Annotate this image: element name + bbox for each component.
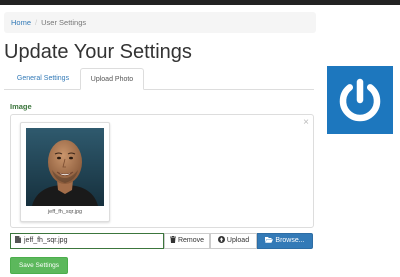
remove-button-label: Remove — [177, 237, 205, 244]
folder-open-icon — [265, 237, 274, 243]
remove-button[interactable]: Remove — [164, 233, 210, 249]
power-logo — [327, 66, 393, 134]
image-thumbnail: jeff_fh_sqr.jpg — [20, 122, 110, 222]
thumbnail-caption: jeff_fh_sqr.jpg — [47, 209, 83, 215]
upload-button[interactable]: Upload — [210, 233, 257, 249]
filename-field[interactable]: jeff_fh_sqr.jpg — [10, 233, 164, 249]
breadcrumb-home-link[interactable]: Home — [11, 18, 31, 27]
image-label: Image — [10, 102, 32, 111]
tab-general-settings[interactable]: General Settings — [8, 68, 78, 89]
upload-circle-icon — [217, 236, 225, 243]
top-bar — [0, 0, 400, 5]
close-icon[interactable]: × — [303, 118, 309, 128]
filename-value: jeff_fh_sqr.jpg — [24, 237, 68, 244]
settings-tabs: General Settings Upload Photo — [4, 68, 314, 90]
file-icon — [15, 236, 21, 243]
breadcrumb: Home / User Settings — [4, 12, 316, 33]
breadcrumb-separator: / — [35, 18, 38, 27]
breadcrumb-current: User Settings — [41, 18, 87, 27]
image-preview-box: × jeff_fh_sqr.jpg — [10, 114, 314, 228]
browse-button-label: Browse... — [275, 237, 305, 244]
trash-icon — [169, 236, 176, 243]
power-icon — [339, 78, 381, 122]
upload-button-label: Upload — [226, 237, 250, 244]
profile-photo — [26, 128, 104, 206]
page-title: Update Your Settings — [4, 41, 192, 63]
save-settings-button[interactable]: Save Settings — [10, 257, 68, 274]
browse-button[interactable]: Browse... — [257, 233, 313, 249]
tab-upload-photo[interactable]: Upload Photo — [80, 68, 144, 90]
